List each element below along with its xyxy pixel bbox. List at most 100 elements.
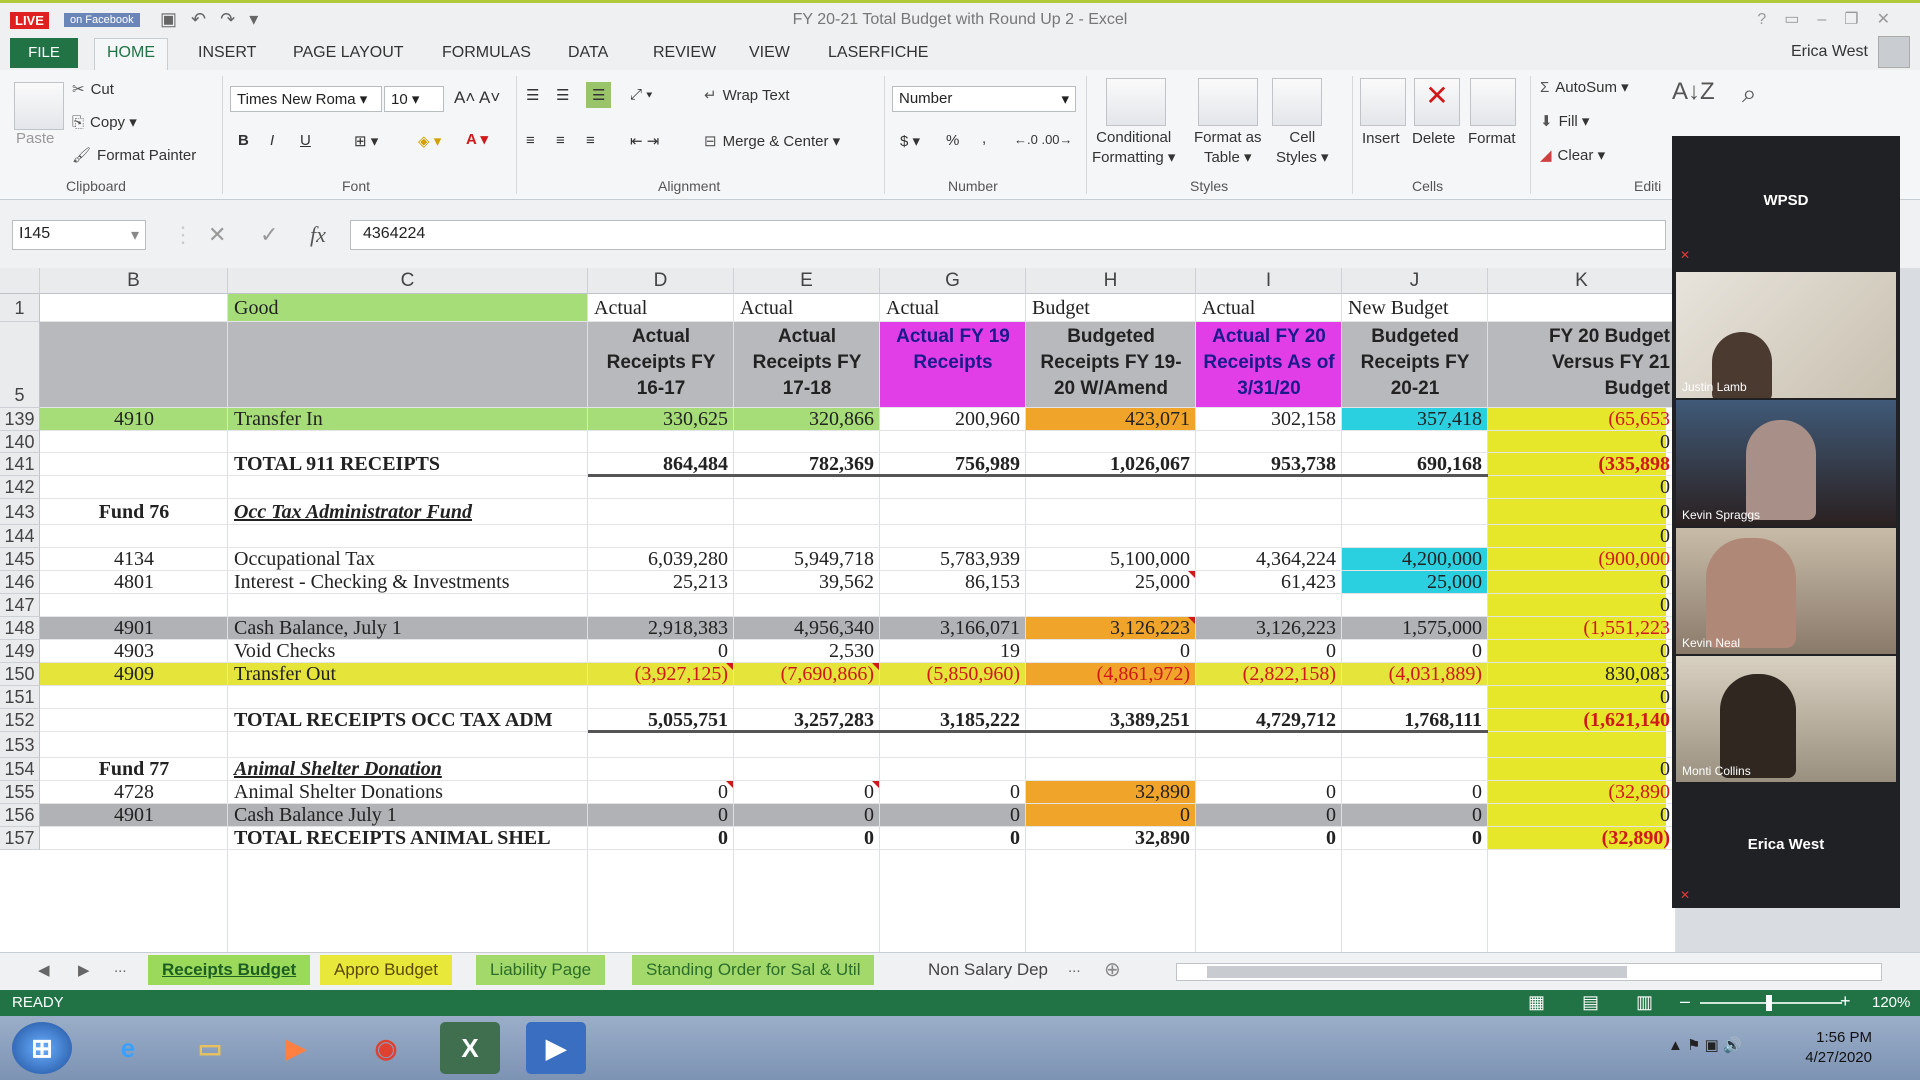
format-cells-icon[interactable] [1470, 78, 1516, 126]
cell-c[interactable]: TOTAL 911 RECEIPTS [228, 453, 588, 476]
spreadsheet-grid[interactable]: BCDEGHIJK Good Actual Actual Actual Budget Ac… [0, 268, 1676, 952]
cell-g[interactable]: 0 [880, 804, 1026, 827]
tab-formulas[interactable]: FORMULAS [442, 44, 531, 62]
cell-i[interactable]: Actual FY 20 Receipts As of 3/31/20 [1196, 322, 1342, 408]
cell-i[interactable]: 0 [1196, 781, 1342, 804]
merge-center-button[interactable]: ⊟ Merge & Center ▾ [704, 132, 840, 150]
grow-font-icon[interactable]: A˄ A˅ [454, 88, 500, 108]
cell-styles-button[interactable]: Cell Styles ▾ [1276, 128, 1329, 168]
scrollbar-thumb[interactable] [1207, 966, 1627, 978]
row-header[interactable]: 154 [0, 758, 40, 781]
fill-color-icon[interactable]: ◈ ▾ [418, 132, 441, 150]
cell-b[interactable]: 4801 [40, 571, 228, 594]
row-header[interactable]: 142 [0, 476, 40, 499]
cell-g[interactable]: 5,783,939 [880, 548, 1026, 571]
column-header[interactable]: C [228, 268, 588, 294]
cell-g[interactable]: 19 [880, 640, 1026, 663]
cell-j[interactable]: (4,031,889) [1342, 663, 1488, 686]
cell-e[interactable]: 5,949,718 [734, 548, 880, 571]
font-size-select[interactable]: 10 ▾ [384, 86, 444, 112]
row-header[interactable]: 151 [0, 686, 40, 709]
find-select-icon[interactable]: ⌕ [1742, 78, 1757, 110]
cell-e[interactable]: 4,956,340 [734, 617, 880, 640]
row-header[interactable]: 150 [0, 663, 40, 686]
cell-d[interactable]: 864,484 [588, 453, 734, 476]
cell-b[interactable]: 4728 [40, 781, 228, 804]
tab-view[interactable]: VIEW [749, 44, 790, 62]
zoom-out-icon[interactable]: – [1680, 991, 1690, 1012]
cell-h[interactable]: 3,389,251 [1026, 709, 1196, 732]
row-header[interactable]: 148 [0, 617, 40, 640]
column-header[interactable]: D [588, 268, 734, 294]
row-header[interactable]: 145 [0, 548, 40, 571]
accounting-button[interactable]: $ ▾ [900, 132, 920, 150]
name-box[interactable]: I145 ▾ [12, 220, 146, 250]
cell-c[interactable]: Cash Balance July 1 [228, 804, 588, 827]
cell-h[interactable]: 32,890 [1026, 781, 1196, 804]
tab-home[interactable]: HOME [94, 38, 168, 70]
sheet-tab-receipts-budget[interactable]: Receipts Budget [148, 955, 311, 985]
cell-j[interactable]: 25,000 [1342, 571, 1488, 594]
user-name[interactable]: Erica West [1791, 43, 1868, 61]
orientation-icon[interactable]: ⤢ ▾ [630, 86, 652, 103]
cell-j[interactable]: 1,768,111 [1342, 709, 1488, 732]
enter-icon[interactable]: ✓ [260, 222, 278, 248]
italic-button[interactable]: I [270, 132, 274, 149]
cell-b[interactable]: 4901 [40, 804, 228, 827]
clear-button[interactable]: ◢ Clear ▾ [1540, 146, 1605, 164]
zoom-slider-thumb[interactable] [1766, 995, 1772, 1011]
column-header[interactable]: K [1488, 268, 1676, 294]
cell-j[interactable]: 0 [1342, 804, 1488, 827]
cell-k[interactable]: FY 20 Budget Versus FY 21 Budget [1488, 322, 1676, 408]
cell-k[interactable]: (1,551,223 [1488, 617, 1676, 640]
row-header[interactable]: 139 [0, 408, 40, 431]
column-header[interactable]: I [1196, 268, 1342, 294]
row-header[interactable]: 156 [0, 804, 40, 827]
chrome-icon[interactable]: ◉ [356, 1022, 416, 1074]
sheet-tab-appro-budget[interactable]: Appro Budget [320, 955, 452, 985]
participant-tile[interactable]: Justin Lamb [1676, 272, 1896, 398]
cell-b[interactable]: 4901 [40, 617, 228, 640]
cell-b[interactable]: 4134 [40, 548, 228, 571]
cell-i[interactable]: (2,822,158) [1196, 663, 1342, 686]
cell-d[interactable]: 0 [588, 640, 734, 663]
cell-c[interactable]: Transfer In [228, 408, 588, 431]
cell-c[interactable]: Interest - Checking & Investments [228, 571, 588, 594]
participant-tile[interactable]: Kevin Neal [1676, 528, 1896, 654]
zoom-app-icon[interactable]: ▶ [526, 1022, 586, 1074]
next-sheet-icon[interactable]: ▶ [78, 961, 90, 979]
tab-insert[interactable]: INSERT [198, 44, 256, 62]
cell-h[interactable]: 0 [1026, 640, 1196, 663]
format-painter-button[interactable]: 🖌 Format Painter [72, 146, 196, 164]
close-icon[interactable]: ✕ [1877, 11, 1908, 28]
cell-k[interactable]: (32,890) [1488, 827, 1676, 850]
row-header[interactable]: 147 [0, 594, 40, 617]
row-header[interactable]: 149 [0, 640, 40, 663]
cell-k[interactable]: 0 [1488, 640, 1676, 663]
active-cell-outline[interactable] [1196, 548, 1342, 571]
cell-i[interactable]: 61,423 [1196, 571, 1342, 594]
cell-e[interactable]: 0 [734, 804, 880, 827]
borders-icon[interactable]: ⊞ ▾ [354, 132, 378, 150]
cell-i[interactable]: 0 [1196, 804, 1342, 827]
normal-view-icon[interactable]: ▦ [1528, 992, 1545, 1013]
cell-c[interactable]: TOTAL RECEIPTS OCC TAX ADM [228, 709, 588, 732]
copy-button[interactable]: ⎘ Copy ▾ [72, 113, 137, 131]
tab-file[interactable]: FILE [10, 38, 78, 68]
cell-i[interactable]: 302,158 [1196, 408, 1342, 431]
row-header[interactable]: 155 [0, 781, 40, 804]
file-explorer-icon[interactable]: ▭ [180, 1022, 240, 1074]
formula-input[interactable]: 4364224 [350, 220, 1666, 250]
align-top-icon[interactable]: ☰ [526, 86, 539, 104]
zoom-in-icon[interactable]: + [1840, 991, 1851, 1012]
cell-k[interactable]: (1,621,140 [1488, 709, 1676, 732]
cell-i[interactable]: 4,729,712 [1196, 709, 1342, 732]
cell-k[interactable]: (900,000 [1488, 548, 1676, 571]
cell-e[interactable]: 2,530 [734, 640, 880, 663]
cell-g[interactable]: Actual [880, 294, 1026, 322]
column-header[interactable]: H [1026, 268, 1196, 294]
cell-i[interactable]: 3,126,223 [1196, 617, 1342, 640]
cell-j[interactable]: 4,200,000 [1342, 548, 1488, 571]
font-color-icon[interactable]: A ▾ [466, 130, 488, 148]
cell-b[interactable]: Fund 76 [40, 499, 228, 525]
